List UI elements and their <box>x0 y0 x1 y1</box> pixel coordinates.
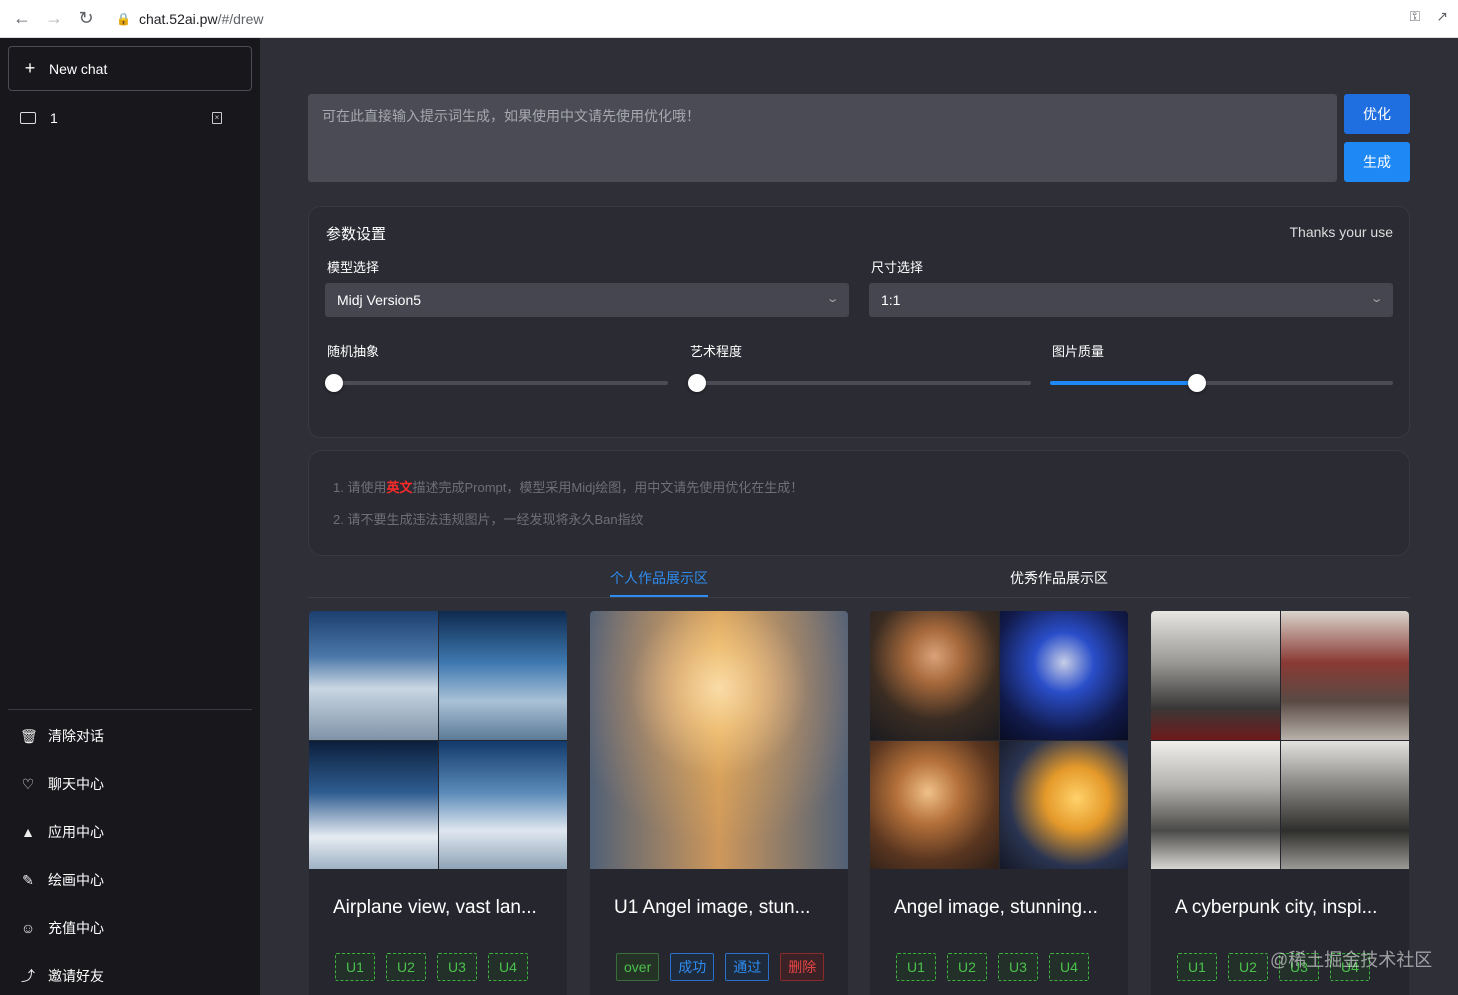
menu-app-center[interactable]: ▲ 应用中心 <box>8 808 252 856</box>
apps-icon: ▲ <box>21 824 35 840</box>
share-icon: ⤴ <box>21 968 35 984</box>
main-content: 可在此直接输入提示词生成，如果使用中文请先使用优化哦！ 优化 生成 参数设置 T… <box>260 38 1458 995</box>
brush-icon: ✎ <box>22 871 34 888</box>
menu-draw-center[interactable]: ✎ 绘画中心 <box>8 856 252 904</box>
new-chat-button[interactable]: + New chat <box>8 46 252 91</box>
trash-icon: 🗑 <box>20 727 38 744</box>
params-title: 参数设置 <box>326 226 387 243</box>
menu-chat-center[interactable]: ♡ 聊天中心 <box>8 760 252 808</box>
artwork-image[interactable] <box>590 611 848 869</box>
share-page-icon[interactable]: ↗ <box>1436 8 1448 25</box>
upscale-u3-button[interactable]: U3 <box>998 953 1038 981</box>
quality-slider[interactable] <box>1050 373 1393 393</box>
upscale-u2-button[interactable]: U2 <box>386 953 426 981</box>
upscale-u3-button[interactable]: U3 <box>437 953 477 981</box>
chevron-down-icon: ⌄ <box>1369 293 1384 305</box>
gallery-tabs: 个人作品展示区 优秀作品展示区 <box>308 560 1410 598</box>
model-select[interactable]: Midj Version5 ⌄ <box>325 283 849 317</box>
art-label: 艺术程度 <box>690 344 743 359</box>
artwork-card: U1 Angel image, stun... over 成功 通过 删除 <box>590 611 848 995</box>
tab-personal-works[interactable]: 个人作品展示区 <box>610 568 708 588</box>
artwork-image[interactable] <box>870 611 1128 869</box>
art-slider-handle[interactable] <box>688 374 706 392</box>
status-over-tag: over <box>616 953 660 981</box>
watermark-text: @稀土掘金技术社区 <box>1270 950 1433 970</box>
forward-icon[interactable]: → <box>38 3 70 35</box>
artwork-title: U1 Angel image, stun... <box>614 897 811 918</box>
chaos-slider[interactable] <box>325 373 668 393</box>
artwork-image[interactable] <box>1151 611 1409 869</box>
artwork-title: Angel image, stunning... <box>894 897 1098 918</box>
chat-title: 1 <box>50 110 58 126</box>
heart-icon: ♡ <box>21 775 35 792</box>
note-line-1: 1. 请使用英文描述完成Prompt，模型采用Midj绘图，用中文请先使用优化在… <box>333 480 804 495</box>
menu-invite-friends[interactable]: ⤴ 邀请好友 <box>8 952 252 995</box>
delete-chat-icon[interactable]: × <box>212 112 222 124</box>
quality-slider-handle[interactable] <box>1188 374 1207 392</box>
approve-button[interactable]: 通过 <box>725 953 770 981</box>
sidebar: + New chat 1 × 🗑 清除对话 ♡ 聊天中心 ▲ 应用中心 ✎ 绘画中心 ☺… <box>0 38 260 995</box>
artwork-card: Angel image, stunning... U1 U2 U3 U4 <box>870 611 1128 995</box>
params-panel: 参数设置 Thanks your use 模型选择 Midj Version5 … <box>308 206 1410 438</box>
chaos-slider-handle[interactable] <box>325 374 343 392</box>
upscale-u1-button[interactable]: U1 <box>896 953 936 981</box>
upscale-u4-button[interactable]: U4 <box>1049 953 1089 981</box>
artwork-title: Airplane view, vast lan... <box>333 897 537 918</box>
chaos-label: 随机抽象 <box>327 344 380 359</box>
upscale-u1-button[interactable]: U1 <box>1177 953 1217 981</box>
optimize-button[interactable]: 优化 <box>1344 94 1410 134</box>
status-success-tag: 成功 <box>670 953 715 981</box>
menu-clear-chat[interactable]: 🗑 清除对话 <box>8 712 252 760</box>
new-chat-label: New chat <box>49 60 108 77</box>
browser-toolbar: ← → ↻ 🔒 chat.52ai.pw/#/drew ⚿ ↗ <box>0 0 1458 38</box>
upscale-u1-button[interactable]: U1 <box>335 953 375 981</box>
generate-button[interactable]: 生成 <box>1344 142 1410 182</box>
upscale-u4-button[interactable]: U4 <box>488 953 528 981</box>
sidebar-divider <box>8 709 252 710</box>
size-select[interactable]: 1:1 ⌄ <box>869 283 1393 317</box>
plus-icon: + <box>24 58 36 78</box>
art-slider[interactable] <box>688 373 1031 393</box>
back-icon[interactable]: ← <box>6 3 38 35</box>
size-label: 尺寸选择 <box>871 260 924 275</box>
thanks-text: Thanks your use <box>1289 224 1394 240</box>
artwork-title: A cyberpunk city, inspi... <box>1175 897 1378 918</box>
note-line-2: 2. 请不要生成违法违规图片，一经发现将永久Ban指纹 <box>333 512 644 527</box>
prompt-input[interactable]: 可在此直接输入提示词生成，如果使用中文请先使用优化哦！ <box>308 94 1337 182</box>
artwork-image[interactable] <box>309 611 567 869</box>
quality-label: 图片质量 <box>1052 344 1105 359</box>
delete-button[interactable]: 删除 <box>780 953 825 981</box>
user-icon: ☺ <box>20 920 36 936</box>
reload-icon[interactable]: ↻ <box>70 3 102 35</box>
chat-history-item[interactable]: 1 × <box>8 102 252 134</box>
sidebar-menu: 🗑 清除对话 ♡ 聊天中心 ▲ 应用中心 ✎ 绘画中心 ☺ 充值中心 ⤴ 邀请好友 <box>8 712 252 995</box>
menu-recharge-center[interactable]: ☺ 充值中心 <box>8 904 252 952</box>
active-tab-indicator <box>610 595 708 597</box>
lock-icon: 🔒 <box>116 11 131 26</box>
address-bar[interactable]: chat.52ai.pw/#/drew <box>139 11 264 27</box>
chevron-down-icon: ⌄ <box>825 293 840 305</box>
artwork-card: Airplane view, vast lan... U1 U2 U3 U4 <box>309 611 567 995</box>
usage-notes: 1. 请使用英文描述完成Prompt，模型采用Midj绘图，用中文请先使用优化在… <box>308 450 1410 556</box>
upscale-u2-button[interactable]: U2 <box>947 953 987 981</box>
key-icon[interactable]: ⚿ <box>1410 8 1421 25</box>
artwork-card: A cyberpunk city, inspi... U1 U2 U3 U4 <box>1151 611 1409 995</box>
chat-bubble-icon <box>20 112 36 124</box>
upscale-u2-button[interactable]: U2 <box>1228 953 1268 981</box>
tab-excellent-works[interactable]: 优秀作品展示区 <box>1010 568 1108 588</box>
model-label: 模型选择 <box>327 260 380 275</box>
